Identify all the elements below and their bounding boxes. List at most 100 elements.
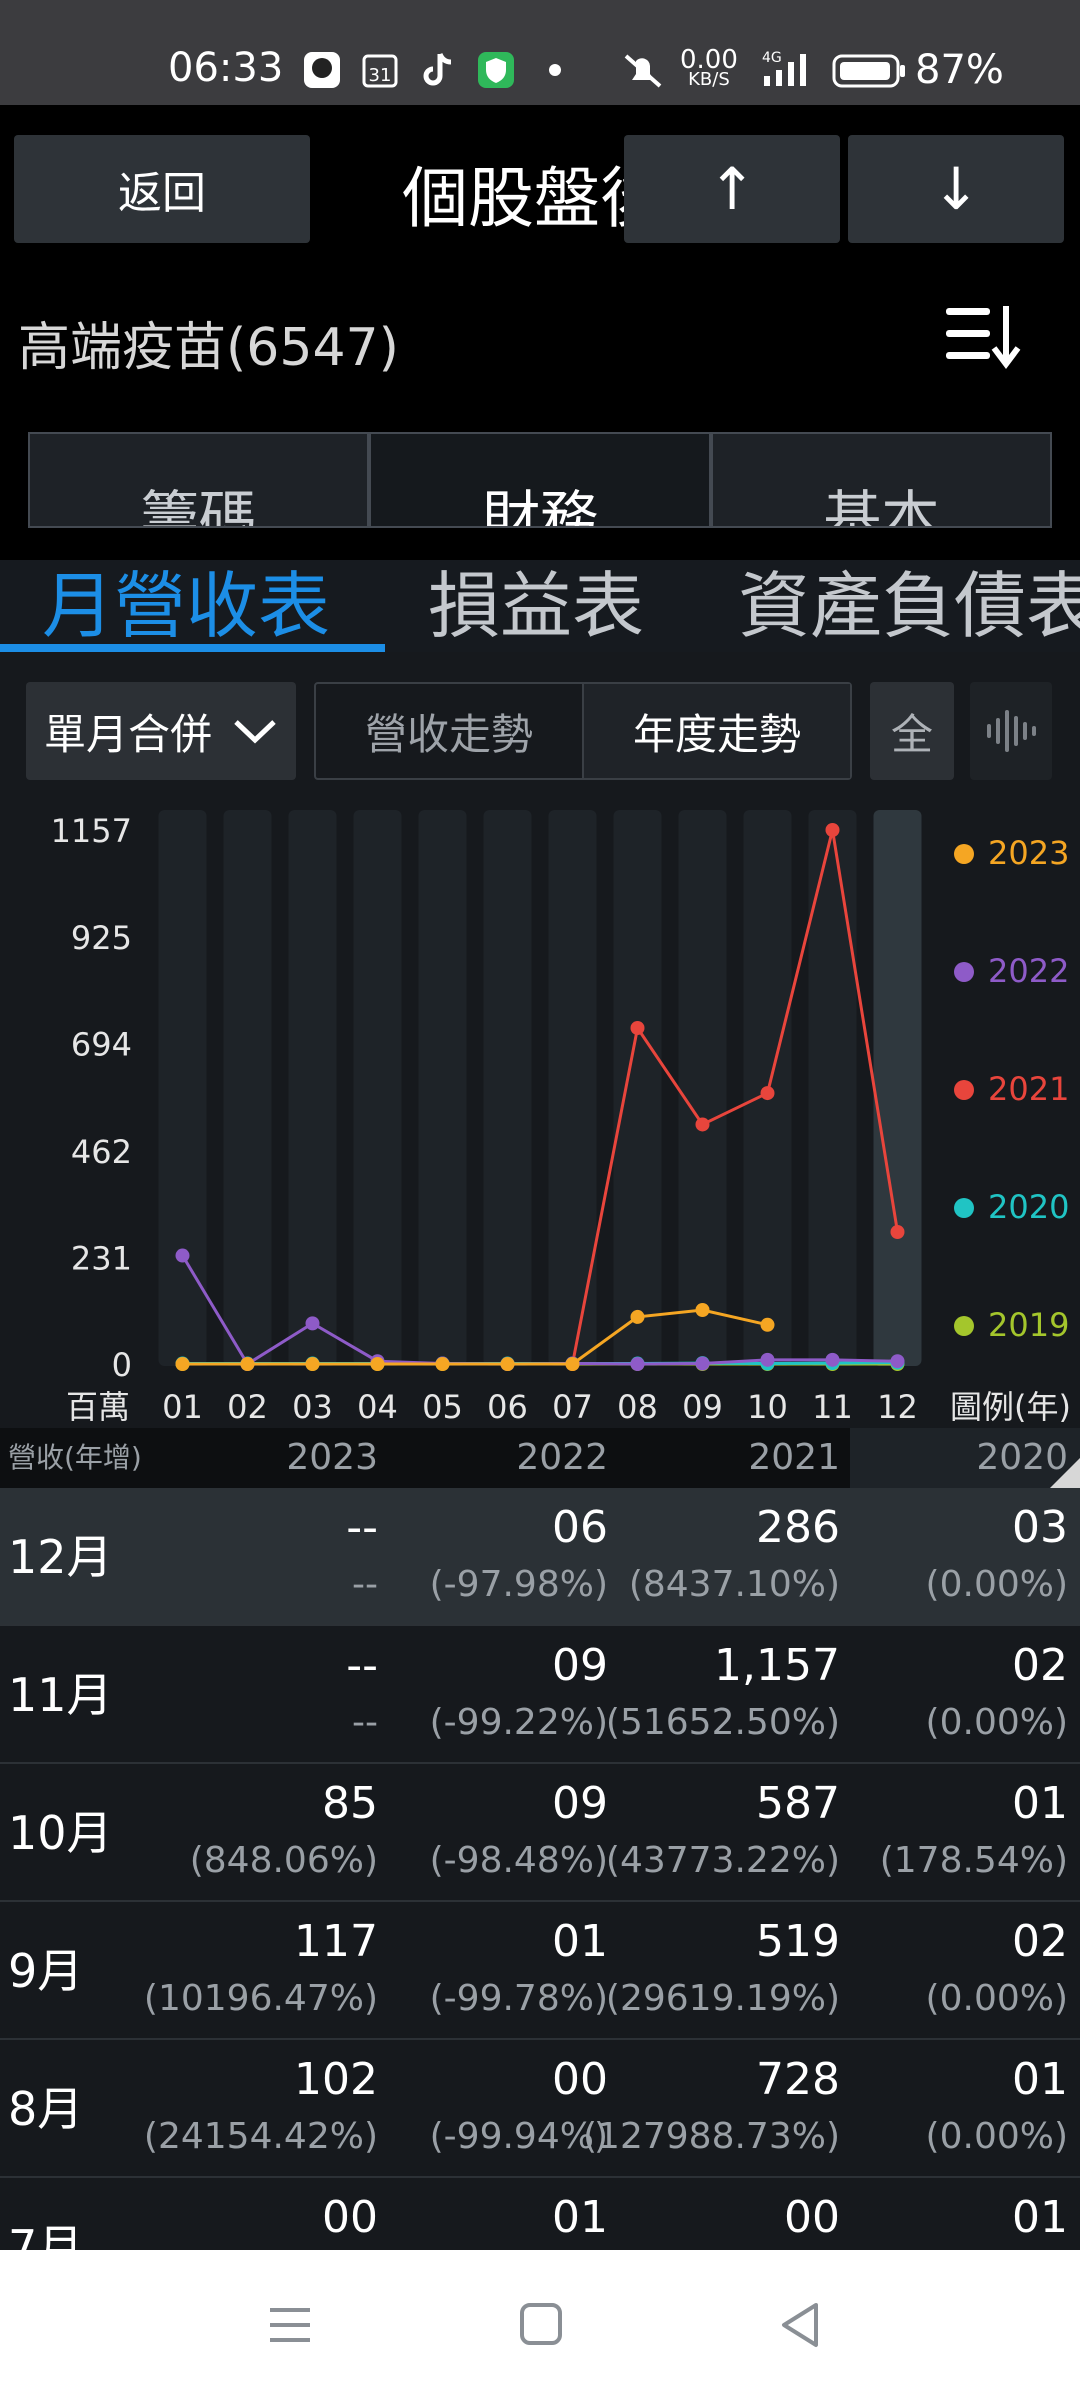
revenue-value: 00 (322, 2192, 378, 2243)
previous-stock-button[interactable]: ↑ (624, 135, 840, 243)
y-tick-label: 0 (112, 1346, 132, 1384)
table-row[interactable]: 8月 102 (24154.42%) 00 (-99.94%) 728 (127988.73… (0, 2040, 1080, 2178)
status-bar: 06:33 31 0.00 KB/S 4G 87% (0, 0, 1080, 105)
month-band (678, 810, 727, 1366)
yoy-percent: (-99.94%) (429, 2116, 608, 2157)
revenue-value: 01 (1012, 2054, 1068, 2105)
y-tick-label: 925 (71, 919, 132, 957)
x-tick-label: 06 (487, 1388, 528, 1426)
tab-financial[interactable]: 財務 (369, 432, 711, 528)
y-tick-label: 231 (71, 1239, 132, 1277)
revenue-trend-button[interactable]: 營收走勢 (316, 684, 584, 778)
battery-percent: 87% (915, 47, 1004, 93)
x-tick-label: 07 (552, 1388, 593, 1426)
legend-title: 圖例(年) (950, 1388, 1071, 1426)
revenue-value: 03 (1012, 1502, 1068, 1553)
yoy-percent: (-99.22%) (429, 1702, 608, 1743)
revenue-cell: 728 (127988.73%) (583, 2052, 840, 2166)
revenue-cell: 03 (0.00%) (926, 1500, 1068, 1614)
net-speed: 0.00 KB/S (680, 45, 738, 90)
header-year-2021: 2021 (748, 1437, 840, 1478)
yoy-percent: (848.06%) (189, 1840, 378, 1881)
data-point-2022 (760, 1352, 775, 1367)
revenue-value: 01 (552, 2192, 608, 2243)
tiktok-icon (418, 50, 458, 90)
dot-icon (545, 50, 565, 90)
table-row[interactable]: 11月 -- -- 09 (-99.22%) 1,157 (51652.50%) 02 (0.0… (0, 1626, 1080, 1764)
revenue-cell: 01 (1012, 2190, 1068, 2246)
back-nav-icon[interactable] (770, 2295, 830, 2355)
back-button[interactable]: 返回 (14, 135, 310, 243)
show-all-button[interactable]: 全 (870, 682, 954, 780)
x-tick-label: 02 (227, 1388, 268, 1426)
table-header: 營收(年增) 2023 2022 2021 2020 (0, 1428, 1080, 1488)
next-stock-button[interactable]: ↓ (848, 135, 1064, 243)
legend-label-2021: 2021 (988, 1070, 1069, 1108)
sort-list-icon[interactable] (942, 300, 1024, 372)
data-point-2023 (240, 1357, 255, 1371)
revenue-value: 728 (756, 2054, 840, 2105)
data-point-2022 (630, 1357, 645, 1371)
yoy-percent: -- (352, 1702, 378, 1743)
revenue-value: 587 (756, 1778, 840, 1829)
status-time: 06:33 (168, 45, 284, 91)
table-row[interactable]: 9月 117 (10196.47%) 01 (-99.78%) 519 (29619.19%… (0, 1902, 1080, 2040)
security-shield-icon (476, 50, 516, 90)
data-point-2022 (175, 1248, 190, 1263)
x-tick-label: 05 (422, 1388, 463, 1426)
data-point-2023 (760, 1317, 775, 1332)
category-tabs: 籌碼 財務 基本 (28, 432, 1052, 528)
month-band (223, 810, 272, 1366)
revenue-type-dropdown[interactable]: 單月合併 (26, 682, 296, 780)
system-nav-bar (0, 2250, 1080, 2400)
tab-balance-sheet[interactable]: 資產負債表 (738, 560, 1080, 652)
waveform-icon[interactable] (970, 682, 1052, 780)
scroll-hint-icon (1050, 1458, 1080, 1488)
revenue-cell: 117 (10196.47%) (144, 1914, 378, 2028)
revenue-cell: 01 (0.00%) (926, 2052, 1068, 2166)
home-icon[interactable] (510, 2295, 570, 2355)
yoy-percent: (-99.78%) (429, 1978, 608, 2019)
data-point-2023 (630, 1309, 645, 1324)
revenue-value: 519 (756, 1916, 840, 1967)
revenue-cell: 01 (-99.78%) (430, 1914, 608, 2028)
legend-marker-2019 (954, 1316, 974, 1336)
calendar-day-text: 31 (369, 65, 392, 86)
data-point-2022 (890, 1354, 905, 1369)
revenue-cell: 85 (848.06%) (190, 1776, 378, 1890)
tab-basic[interactable]: 基本 (710, 432, 1052, 528)
month-band (418, 810, 467, 1366)
data-point-2023 (565, 1357, 580, 1371)
highlighted-month-band (873, 810, 922, 1366)
yoy-percent: (24154.42%) (143, 2116, 378, 2157)
chevron-down-icon (232, 707, 278, 756)
legend-label-2022: 2022 (988, 952, 1069, 990)
data-point-2021 (825, 823, 840, 837)
month-band (353, 810, 402, 1366)
x-tick-label: 03 (292, 1388, 333, 1426)
yoy-percent: (-98.48%) (429, 1840, 608, 1881)
data-point-2021 (630, 1021, 645, 1035)
revenue-value: 01 (552, 1916, 608, 1967)
header: 返回 個股盤後 ↑ ↓ (0, 105, 1080, 265)
table-row[interactable]: 12月 -- -- 06 (-97.98%) 286 (8437.10%) 03 (0.00%) (0, 1488, 1080, 1626)
unit-label: 百萬 (66, 1388, 130, 1426)
revenue-cell: -- -- (346, 1500, 378, 1614)
row-month: 9月 (8, 1944, 84, 1998)
revenue-cell: 06 (-97.98%) (430, 1500, 608, 1614)
tab-chips[interactable]: 籌碼 (28, 432, 370, 528)
revenue-value: 00 (552, 2054, 608, 2105)
legend-marker-2023 (954, 844, 974, 864)
page-title: 個股盤後 (402, 160, 637, 237)
tab-monthly-revenue[interactable]: 月營收表 (42, 560, 330, 652)
data-point-2022 (305, 1316, 320, 1331)
table-row[interactable]: 10月 85 (848.06%) 09 (-98.48%) 587 (43773.22%) 0… (0, 1764, 1080, 1902)
tab-income-statement[interactable]: 損益表 (428, 560, 644, 652)
menu-icon[interactable] (250, 2300, 330, 2350)
data-point-2022 (825, 1352, 840, 1367)
yoy-percent: -- (352, 1564, 378, 1605)
data-point-2021 (760, 1086, 775, 1101)
revenue-chart: 1157 925 694 462 231 0 01 02 03 04 05 06 07 08 09 10 11 1… (0, 784, 1080, 1428)
data-point-2023 (500, 1357, 515, 1371)
yearly-trend-button[interactable]: 年度走勢 (584, 684, 850, 778)
